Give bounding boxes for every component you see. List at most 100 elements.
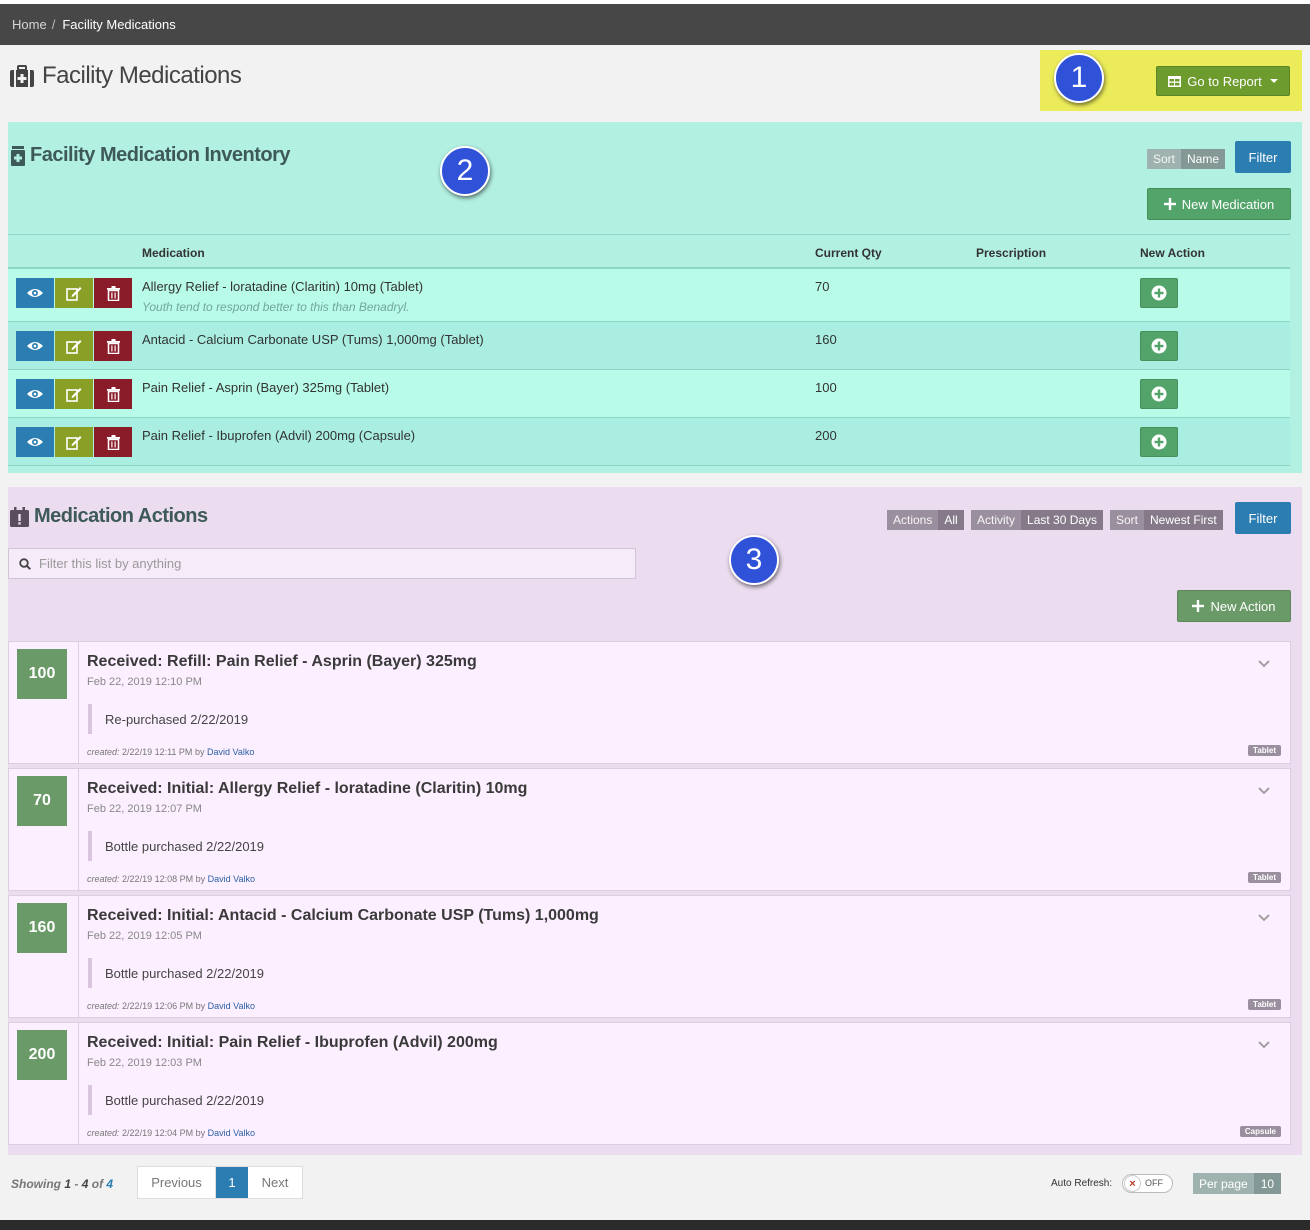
new-action-row-button[interactable]: [1140, 379, 1178, 409]
edit-icon: [66, 387, 82, 402]
pagination-next-button[interactable]: Next: [248, 1167, 302, 1198]
page-title-text: Facility Medications: [42, 62, 242, 89]
form-badge: Tablet: [1248, 999, 1281, 1010]
chevron-down-icon[interactable]: [1258, 656, 1270, 671]
action-card[interactable]: 160 Received: Initial: Antacid - Calcium …: [8, 895, 1291, 1018]
card-divider: [78, 642, 79, 763]
annotation-marker-2: 2: [440, 146, 490, 196]
inventory-filter-button[interactable]: Filter: [1235, 141, 1291, 173]
action-qty-badge: 200: [17, 1030, 67, 1080]
edit-icon: [66, 286, 82, 301]
edit-button[interactable]: [55, 379, 93, 409]
inventory-sort-value: Name: [1181, 149, 1226, 169]
view-button[interactable]: [16, 427, 54, 457]
breadcrumb-current: Facility Medications: [62, 17, 176, 32]
actions-filter-button[interactable]: Filter: [1235, 502, 1291, 534]
edit-button[interactable]: [55, 427, 93, 457]
author-link[interactable]: David Valko: [208, 1128, 255, 1138]
new-action-row-button[interactable]: [1140, 278, 1178, 308]
action-date: Feb 22, 2019 12:10 PM: [87, 676, 202, 688]
author-link[interactable]: David Valko: [208, 874, 255, 884]
action-card[interactable]: 200 Received: Initial: Pain Relief - Ibup…: [8, 1022, 1291, 1145]
plus-icon: [1192, 600, 1205, 612]
view-button[interactable]: [16, 278, 54, 308]
pagination-page-1[interactable]: 1: [216, 1167, 248, 1198]
eye-icon: [26, 436, 44, 448]
actions-filter-2[interactable]: Sort Newest First: [1110, 510, 1223, 530]
auto-refresh-toggle[interactable]: × OFF: [1122, 1174, 1173, 1193]
eye-icon: [26, 287, 44, 299]
chevron-down-icon[interactable]: [1258, 910, 1270, 925]
edit-icon: [66, 339, 82, 354]
actions-search-box: [8, 548, 636, 579]
edit-button[interactable]: [55, 331, 93, 361]
card-divider: [78, 1023, 79, 1144]
actions-filter-0[interactable]: Actions All: [887, 510, 964, 530]
plus-circle-icon: [1151, 434, 1167, 450]
delete-button[interactable]: [94, 331, 132, 361]
inventory-sort-control[interactable]: Sort Name: [1147, 149, 1226, 169]
annotation-marker-3: 3: [729, 535, 779, 585]
filter-value: Newest First: [1144, 510, 1223, 530]
action-card[interactable]: 70 Received: Initial: Allergy Relief - lo…: [8, 768, 1291, 891]
delete-button[interactable]: [94, 427, 132, 457]
delete-button[interactable]: [94, 278, 132, 308]
new-action-row-button[interactable]: [1140, 427, 1178, 457]
go-to-report-button[interactable]: Go to Report: [1156, 66, 1290, 96]
filter-key: Activity: [971, 510, 1022, 530]
actions-search-input[interactable]: [39, 556, 599, 571]
action-card[interactable]: 100 Received: Refill: Pain Relief - Aspri…: [8, 641, 1291, 764]
card-divider: [78, 896, 79, 1017]
trash-icon: [106, 434, 120, 450]
inventory-title-text: Facility Medication Inventory: [30, 144, 291, 166]
table-icon: [1168, 75, 1182, 87]
edit-button[interactable]: [55, 278, 93, 308]
col-prescription[interactable]: Prescription: [976, 246, 1046, 260]
action-title: Received: Refill: Pain Relief - Asprin (…: [87, 653, 477, 670]
action-created: created: 2/22/19 12:11 PM by David Valko: [87, 747, 255, 757]
col-current-qty[interactable]: Current Qty: [815, 246, 882, 260]
action-date: Feb 22, 2019 12:07 PM: [87, 803, 202, 815]
medication-inventory-panel: Facility Medication Inventory Sort Name …: [8, 122, 1302, 473]
go-to-report-label: Go to Report: [1187, 73, 1262, 89]
new-action-row-button[interactable]: [1140, 331, 1178, 361]
col-medication[interactable]: Medication: [142, 246, 205, 260]
chevron-down-icon[interactable]: [1258, 783, 1270, 798]
auto-refresh-state: OFF: [1145, 1178, 1163, 1188]
action-title: Received: Initial: Pain Relief - Ibuprof…: [87, 1034, 498, 1051]
actions-title-text: Medication Actions: [34, 505, 208, 527]
medication-name[interactable]: Antacid - Calcium Carbonate USP (Tums) 1…: [142, 332, 484, 347]
pagination: Previous 1 Next: [137, 1166, 303, 1199]
pagination-summary: Showing 1 - 4 of 4: [11, 1177, 114, 1191]
auto-refresh-label: Auto Refresh:: [1051, 1178, 1113, 1189]
edit-icon: [66, 435, 82, 450]
form-badge: Tablet: [1248, 745, 1281, 756]
action-title: Received: Initial: Allergy Relief - lora…: [87, 780, 528, 797]
chevron-down-icon[interactable]: [1258, 1037, 1270, 1052]
delete-button[interactable]: [94, 379, 132, 409]
actions-filter-1[interactable]: Activity Last 30 Days: [971, 510, 1104, 530]
medication-qty: 200: [815, 428, 837, 443]
breadcrumb-home-link[interactable]: Home: [12, 17, 47, 32]
view-button[interactable]: [16, 331, 54, 361]
search-icon: [19, 557, 31, 570]
new-action-button[interactable]: New Action: [1177, 590, 1291, 622]
new-medication-label: New Medication: [1181, 196, 1275, 212]
form-badge: Tablet: [1248, 872, 1281, 883]
inventory-title: Facility Medication Inventory: [11, 144, 291, 167]
inventory-row: Pain Relief - Asprin (Bayer) 325mg (Tabl…: [8, 370, 1290, 418]
inventory-row: Antacid - Calcium Carbonate USP (Tums) 1…: [8, 322, 1290, 370]
action-date: Feb 22, 2019 12:05 PM: [87, 930, 202, 942]
pagination-previous-button[interactable]: Previous: [138, 1167, 216, 1198]
action-qty-badge: 70: [17, 776, 67, 826]
annotation-marker-1: 1: [1054, 53, 1104, 103]
medication-name[interactable]: Allergy Relief - loratadine (Claritin) 1…: [142, 279, 423, 294]
bottom-bar: [0, 1220, 1310, 1230]
medication-name[interactable]: Pain Relief - Ibuprofen (Advil) 200mg (C…: [142, 428, 415, 443]
new-medication-button[interactable]: New Medication: [1147, 188, 1291, 220]
view-button[interactable]: [16, 379, 54, 409]
medication-name[interactable]: Pain Relief - Asprin (Bayer) 325mg (Tabl…: [142, 380, 389, 395]
per-page-select[interactable]: Per page 10: [1193, 1173, 1282, 1194]
author-link[interactable]: David Valko: [208, 1001, 255, 1011]
author-link[interactable]: David Valko: [207, 747, 254, 757]
